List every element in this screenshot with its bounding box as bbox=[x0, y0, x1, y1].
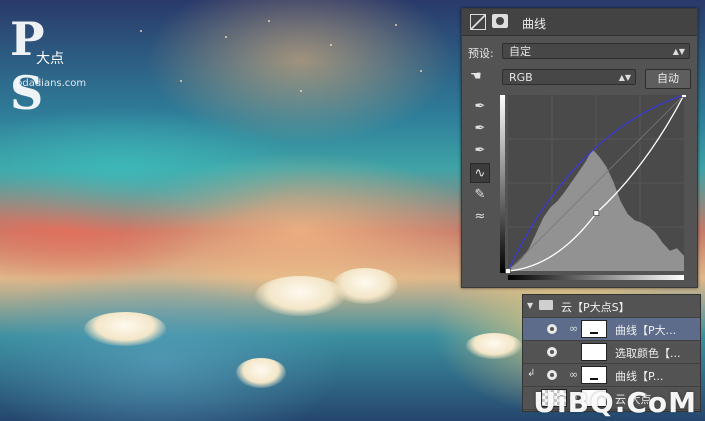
preset-dropdown[interactable]: 自定 ▲▼ bbox=[502, 43, 690, 59]
watermark-text: UiBQ.CoM bbox=[533, 386, 697, 419]
output-gradient-bar bbox=[500, 95, 505, 273]
layer-group-name: 云【P大点S】 bbox=[561, 301, 630, 314]
curve-control-point[interactable] bbox=[681, 92, 687, 98]
visibility-eye-icon[interactable] bbox=[547, 347, 557, 357]
dropdown-arrow-icon: ▲▼ bbox=[618, 73, 631, 82]
layer-row[interactable]: 选取颜色【... bbox=[523, 341, 700, 364]
folder-icon bbox=[539, 300, 553, 310]
curves-graph[interactable] bbox=[500, 92, 687, 281]
curve-control-point[interactable] bbox=[505, 268, 511, 274]
pencil-draw-icon[interactable]: ✎ bbox=[470, 185, 490, 205]
link-chain-icon: ∞ bbox=[569, 368, 579, 381]
layer-mask-thumbnail[interactable] bbox=[581, 320, 607, 338]
visibility-eye-icon[interactable] bbox=[547, 324, 557, 334]
logo-subtitle: 大点 bbox=[36, 51, 64, 67]
preset-row: 预设: 自定 ▲▼ bbox=[462, 41, 697, 63]
channel-value: RGB bbox=[509, 71, 533, 84]
black-point-eyedropper-icon[interactable]: ✒ bbox=[470, 97, 490, 117]
layer-mask-thumbnail[interactable] bbox=[581, 343, 607, 361]
layer-mask-thumbnail[interactable] bbox=[581, 366, 607, 384]
clipping-arrow-icon: ↲ bbox=[527, 368, 536, 379]
cloud bbox=[236, 358, 286, 388]
cloud bbox=[84, 312, 166, 346]
layer-name: 曲线【P大... bbox=[615, 324, 677, 337]
layer-row[interactable]: ∞ 曲线【P大... bbox=[523, 318, 700, 341]
layer-mask-icon[interactable] bbox=[492, 14, 508, 28]
preset-label: 预设: bbox=[468, 47, 494, 60]
auto-button[interactable]: 自动 bbox=[645, 69, 691, 89]
input-gradient-bar bbox=[508, 275, 684, 280]
curve-control-point[interactable] bbox=[593, 210, 600, 216]
channel-dropdown[interactable]: RGB ▲▼ bbox=[502, 69, 636, 85]
site-logo: P S 大点 pdadians.com bbox=[8, 12, 108, 120]
dropdown-arrow-icon: ▲▼ bbox=[672, 47, 685, 56]
layer-row[interactable]: ↲ ∞ 曲线【P... bbox=[523, 364, 700, 387]
panel-header: 曲线 bbox=[462, 9, 697, 36]
smooth-curve-icon[interactable]: ≈ bbox=[470, 207, 490, 227]
curves-tools: ✒ ✒ ✒ ∿ ✎ ≈ bbox=[470, 97, 492, 229]
white-point-eyedropper-icon[interactable]: ✒ bbox=[470, 141, 490, 161]
curves-adjustment-icon[interactable] bbox=[470, 14, 486, 30]
curves-properties-panel: 曲线 预设: 自定 ▲▼ ☚ RGB ▲▼ 自动 ✒ ✒ ✒ ∿ ✎ ≈ bbox=[461, 8, 698, 288]
curves-graph-svg[interactable] bbox=[500, 92, 687, 281]
layer-name: 选取颜色【... bbox=[615, 347, 681, 360]
edit-points-curve-icon[interactable]: ∿ bbox=[470, 163, 490, 183]
cloud bbox=[332, 268, 398, 304]
layer-name: 曲线【P... bbox=[615, 370, 664, 383]
gray-point-eyedropper-icon[interactable]: ✒ bbox=[470, 119, 490, 139]
preset-value: 自定 bbox=[509, 45, 531, 58]
panel-title: 曲线 bbox=[522, 17, 547, 31]
channel-row: ☚ RGB ▲▼ 自动 bbox=[462, 67, 697, 89]
link-chain-icon: ∞ bbox=[569, 322, 579, 335]
logo-url: pdadians.com bbox=[16, 78, 87, 89]
targeted-adjustment-hand-icon[interactable]: ☚ bbox=[470, 69, 486, 85]
cloud bbox=[466, 333, 522, 359]
group-expand-arrow-icon[interactable]: ▼ bbox=[527, 301, 533, 310]
layer-group-row[interactable]: ▼ 云【P大点S】 bbox=[523, 295, 700, 318]
visibility-eye-icon[interactable] bbox=[547, 370, 557, 380]
